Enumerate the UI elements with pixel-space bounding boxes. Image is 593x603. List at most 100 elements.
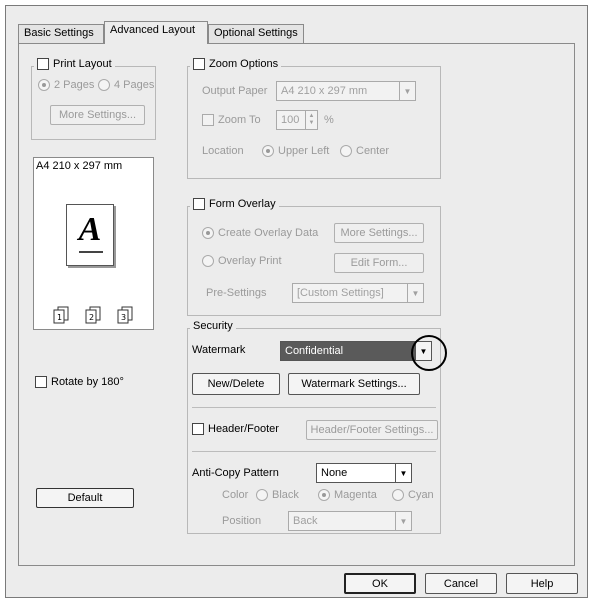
four-pages-label: 4 Pages (114, 79, 155, 91)
center-option[interactable]: Center (340, 145, 389, 157)
form-overlay-group: Form Overlay Create Overlay Data More Se… (187, 198, 441, 316)
form-overlay-label: Form Overlay (209, 198, 276, 210)
preview-underline (79, 251, 103, 253)
form-overlay-checkbox[interactable] (193, 198, 205, 210)
zoom-value-stepper[interactable]: 100 ▲ ▼ (276, 110, 318, 130)
header-footer-option[interactable]: Header/Footer (192, 423, 279, 435)
location-label: Location (202, 145, 244, 157)
black-label: Black (272, 489, 299, 501)
print-layout-label: Print Layout (53, 58, 112, 70)
output-paper-select[interactable]: A4 210 x 297 mm ▼ (276, 81, 416, 101)
four-pages-option[interactable]: 4 Pages (98, 79, 154, 91)
ok-button[interactable]: OK (344, 573, 416, 594)
magenta-option[interactable]: Magenta (318, 489, 377, 501)
magenta-radio[interactable] (318, 489, 330, 501)
watermark-label: Watermark (192, 344, 246, 356)
chevron-down-icon[interactable]: ▼ (395, 464, 411, 482)
watermark-settings-button[interactable]: Watermark Settings... (288, 373, 420, 395)
two-pages-option[interactable]: 2 Pages (38, 79, 94, 91)
chevron-down-icon[interactable]: ▼ (395, 512, 411, 530)
separator (192, 407, 436, 408)
print-layout-more-settings-button[interactable]: More Settings... (50, 105, 145, 125)
chevron-down-icon[interactable]: ▼ (407, 284, 423, 302)
preview-paper-label: A4 210 x 297 mm (36, 160, 123, 172)
black-radio[interactable] (256, 489, 268, 501)
color-label: Color (222, 489, 249, 501)
position-label: Position (222, 515, 262, 527)
zoom-to-option[interactable]: Zoom To (202, 114, 261, 126)
page-stack-icon: 3 (117, 306, 133, 324)
create-overlay-radio[interactable] (202, 227, 214, 239)
print-layout-legend: Print Layout (34, 58, 115, 70)
cyan-option[interactable]: Cyan (392, 489, 434, 501)
print-layout-checkbox[interactable] (37, 58, 49, 70)
two-pages-radio[interactable] (38, 79, 50, 91)
overlay-print-radio[interactable] (202, 255, 214, 267)
black-option[interactable]: Black (256, 489, 299, 501)
upper-left-option[interactable]: Upper Left (262, 145, 329, 157)
center-radio[interactable] (340, 145, 352, 157)
magenta-label: Magenta (334, 489, 377, 501)
layout-preview: A4 210 x 297 mm A 1 2 3 (33, 157, 154, 330)
cyan-radio[interactable] (392, 489, 404, 501)
presettings-label: Pre-Settings (206, 287, 267, 299)
rotate-label: Rotate by 180° (51, 376, 124, 388)
cyan-label: Cyan (408, 489, 434, 501)
tab-optional-settings[interactable]: Optional Settings (208, 24, 304, 43)
security-group: Security Watermark Confidential ▼ New/De… (187, 320, 447, 534)
header-footer-label: Header/Footer (208, 423, 279, 435)
preview-page-icons: 1 2 3 (50, 306, 138, 324)
position-value: Back (293, 515, 318, 527)
default-button[interactable]: Default (36, 488, 134, 508)
printer-properties-dialog: Basic Settings Advanced Layout Optional … (5, 5, 588, 598)
position-select[interactable]: Back ▼ (288, 511, 412, 531)
form-overlay-legend: Form Overlay (190, 198, 279, 210)
svg-text:2: 2 (89, 313, 94, 322)
zoom-options-group: Zoom Options Output Paper A4 210 x 297 m… (187, 58, 441, 179)
upper-left-radio[interactable] (262, 145, 274, 157)
center-label: Center (356, 145, 390, 157)
header-footer-checkbox[interactable] (192, 423, 204, 435)
presettings-select[interactable]: [Custom Settings] ▼ (292, 283, 424, 303)
chevron-down-icon[interactable]: ▼ (399, 82, 415, 100)
anticopy-value: None (321, 467, 348, 479)
zoom-options-legend: Zoom Options (190, 58, 282, 70)
create-overlay-option[interactable]: Create Overlay Data (202, 227, 318, 239)
print-layout-group: Print Layout 2 Pages 4 Pages More Settin… (31, 58, 156, 140)
preview-letter: A (78, 211, 102, 248)
svg-text:1: 1 (57, 313, 62, 322)
separator (192, 451, 436, 452)
upper-left-label: Upper Left (278, 145, 330, 157)
cancel-button[interactable]: Cancel (425, 573, 497, 594)
zoom-to-label: Zoom To (218, 114, 261, 126)
overlay-more-settings-button[interactable]: More Settings... (334, 223, 424, 243)
advanced-layout-panel: Print Layout 2 Pages 4 Pages More Settin… (18, 43, 575, 566)
help-button[interactable]: Help (506, 573, 578, 594)
edit-form-button[interactable]: Edit Form... (334, 253, 424, 273)
anticopy-label: Anti-Copy Pattern (192, 467, 279, 479)
two-pages-label: 2 Pages (54, 79, 95, 91)
tab-basic-settings[interactable]: Basic Settings (18, 24, 104, 43)
svg-text:3: 3 (121, 313, 126, 322)
security-legend: Security (190, 320, 236, 332)
output-paper-value: A4 210 x 297 mm (281, 85, 368, 97)
four-pages-radio[interactable] (98, 79, 110, 91)
watermark-value: Confidential (285, 345, 344, 357)
zoom-options-label: Zoom Options (209, 58, 279, 70)
watermark-select[interactable]: Confidential ▼ (280, 341, 432, 361)
output-paper-label: Output Paper (202, 85, 268, 97)
create-overlay-label: Create Overlay Data (218, 227, 319, 239)
tab-advanced-layout[interactable]: Advanced Layout (104, 21, 208, 44)
header-footer-settings-button[interactable]: Header/Footer Settings... (306, 420, 438, 440)
percent-label: % (324, 114, 334, 126)
overlay-print-option[interactable]: Overlay Print (202, 255, 282, 267)
rotate-option[interactable]: Rotate by 180° (35, 376, 124, 388)
new-delete-button[interactable]: New/Delete (192, 373, 280, 395)
spinner-icon[interactable]: ▲ ▼ (305, 111, 317, 129)
page-stack-icon: 1 (53, 306, 69, 324)
zoom-options-checkbox[interactable] (193, 58, 205, 70)
anticopy-select[interactable]: None ▼ (316, 463, 412, 483)
rotate-checkbox[interactable] (35, 376, 47, 388)
preview-page: A (66, 204, 114, 266)
zoom-to-checkbox[interactable] (202, 114, 214, 126)
